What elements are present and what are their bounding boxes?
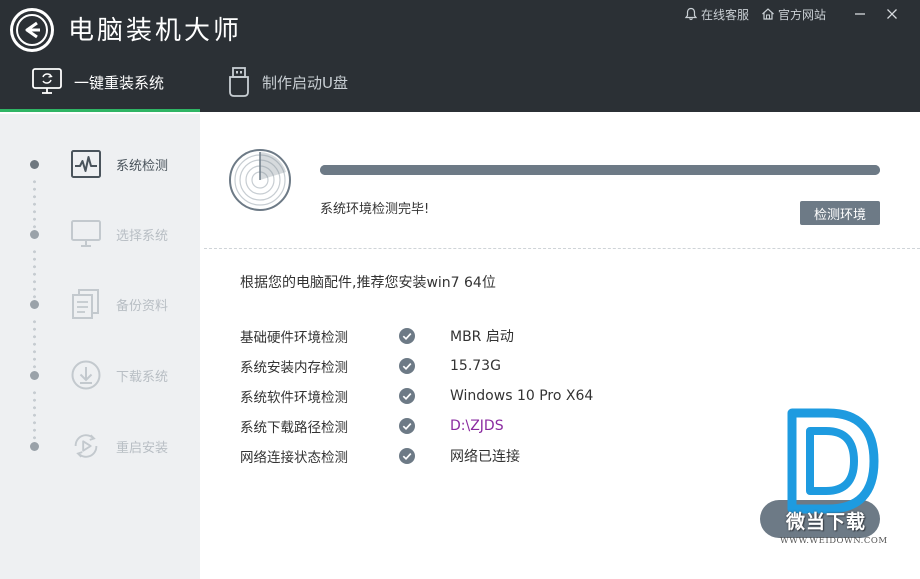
check-label: 系统安装内存检测	[240, 360, 348, 376]
step-backup-data-label: 备份资料	[116, 298, 169, 314]
check-row-memory: 系统安装内存检测 15.73G	[240, 351, 880, 381]
steps-sidebar: 系统检测 选择系统 备份资料 下载系统 重启安装	[0, 114, 200, 579]
tab-one-click-reinstall[interactable]: 一键重装系统	[0, 52, 200, 112]
step-download-system-label: 下载系统	[116, 369, 169, 385]
title-bar: 电脑装机大师 在线客服 官方网站 一键重装系统 制作启动U盘	[0, 0, 920, 112]
tab-make-boot-usb-label: 制作启动U盘	[262, 73, 348, 92]
close-icon	[887, 9, 897, 19]
step-system-check[interactable]: 系统检测	[0, 144, 200, 184]
recommendation-text: 根据您的电脑配件,推荐您安装win7 64位	[240, 275, 496, 291]
main-tabs: 一键重装系统 制作启动U盘	[0, 52, 370, 112]
check-label: 网络连接状态检测	[240, 450, 348, 466]
restart-play-icon	[70, 430, 102, 462]
official-website-link[interactable]: 官方网站	[761, 6, 826, 23]
online-support-link[interactable]: 在线客服	[684, 6, 749, 23]
tab-one-click-reinstall-label: 一键重装系统	[74, 73, 165, 92]
radar-scan-icon	[228, 148, 292, 216]
home-icon	[762, 8, 774, 20]
detection-progress-bar	[320, 165, 880, 175]
check-value: 网络已连接	[450, 449, 520, 465]
check-label: 系统软件环境检测	[240, 390, 348, 406]
app-logo-icon	[10, 8, 54, 52]
check-circle-icon	[399, 418, 415, 434]
minimize-icon	[855, 13, 865, 15]
usb-drive-icon	[226, 66, 252, 98]
step-backup-data[interactable]: 备份资料	[0, 284, 200, 324]
step-dot	[30, 441, 39, 451]
documents-icon	[70, 288, 102, 320]
online-support-label: 在线客服	[700, 7, 749, 22]
detection-progress-fill	[320, 165, 880, 175]
check-value: MBR 启动	[450, 329, 514, 345]
check-label: 基础硬件环境检测	[240, 330, 348, 346]
step-dot	[30, 229, 39, 239]
step-system-check-label: 系统检测	[116, 158, 169, 174]
check-value: 15.73G	[450, 358, 501, 374]
top-links: 在线客服 官方网站	[684, 4, 902, 24]
check-value: Windows 10 Pro X64	[450, 388, 594, 404]
step-restart-install[interactable]: 重启安装	[0, 426, 200, 466]
bell-icon	[684, 7, 698, 21]
detect-environment-button[interactable]: 检测环境	[800, 201, 880, 225]
tab-make-boot-usb[interactable]: 制作启动U盘	[200, 52, 370, 112]
step-dot	[30, 299, 39, 309]
check-label: 系统下载路径检测	[240, 420, 348, 436]
detection-status-text: 系统环境检测完毕!	[320, 202, 430, 217]
official-website-label: 官方网站	[777, 7, 826, 22]
step-select-system[interactable]: 选择系统	[0, 214, 200, 254]
check-circle-icon	[399, 388, 415, 404]
download-path-link[interactable]: D:\ZJDS	[450, 418, 504, 434]
check-circle-icon	[399, 448, 415, 464]
step-dot	[30, 370, 39, 380]
watermark-url: WWW.WEIDOWN.COM	[780, 536, 888, 546]
step-restart-install-label: 重启安装	[116, 440, 169, 456]
check-row-hardware: 基础硬件环境检测 MBR 启动	[240, 321, 880, 351]
app-title: 电脑装机大师	[68, 16, 243, 46]
watermark-name: 微当下载	[786, 511, 867, 533]
step-download-system[interactable]: 下载系统	[0, 355, 200, 395]
close-button[interactable]	[882, 5, 902, 23]
step-select-system-label: 选择系统	[116, 228, 169, 244]
check-circle-icon	[399, 328, 415, 344]
monitor-refresh-icon	[30, 66, 64, 98]
section-divider	[204, 248, 920, 249]
pulse-monitor-icon	[70, 148, 102, 180]
minimize-button[interactable]	[850, 5, 870, 23]
check-circle-icon	[399, 358, 415, 374]
monitor-icon	[70, 218, 102, 250]
download-icon	[70, 359, 102, 391]
step-dot	[30, 159, 39, 169]
